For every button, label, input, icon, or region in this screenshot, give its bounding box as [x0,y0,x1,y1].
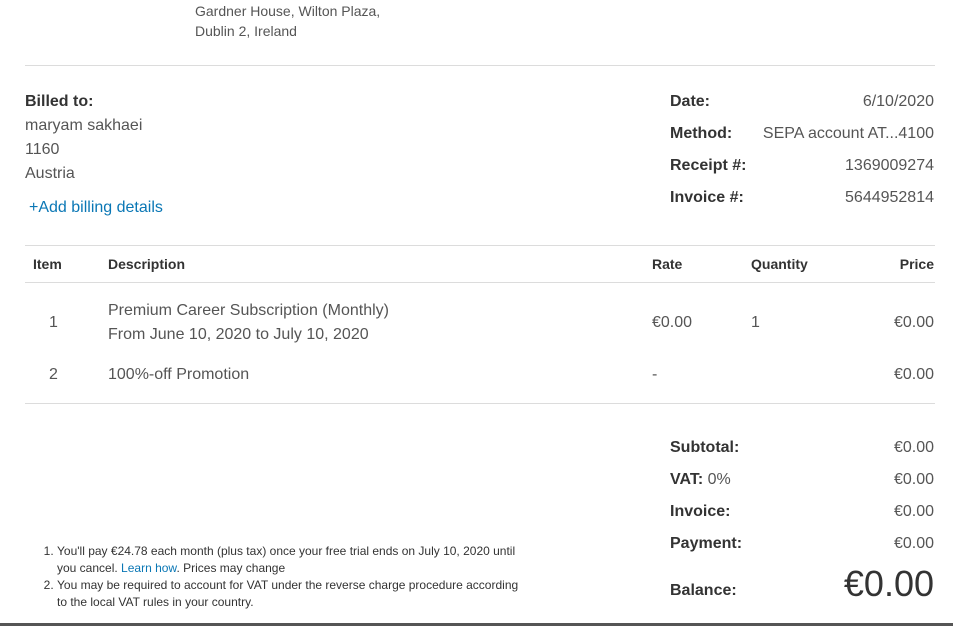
divider-table-top [25,245,935,246]
column-header-description: Description [108,256,186,272]
billed-to-name: maryam sakhaei [25,117,143,134]
balance-label: Balance: [670,582,737,599]
payment-value: €0.00 [893,535,934,552]
plus-icon: + [29,199,39,216]
row-1-description-line2: From June 10, 2020 to July 10, 2020 [108,326,369,343]
vat-label: VAT: 0% [670,471,731,489]
divider-top [25,65,935,66]
row-1-description-line1: Premium Career Subscription (Monthly) [108,302,389,319]
invoice-number-label: Invoice #: [670,189,744,206]
vat-rate: 0% [707,471,731,488]
receipt-number-value: 1369009274 [845,157,934,174]
row-2-price: €0.00 [893,366,934,383]
footnotes-list: You'll pay €24.78 each month (plus tax) … [40,543,527,611]
date-value: 6/10/2020 [862,93,934,110]
footnote-1: You'll pay €24.78 each month (plus tax) … [57,543,527,577]
footnote-2: You may be required to account for VAT u… [57,577,527,611]
row-1-rate: €0.00 [652,314,693,331]
row-2-description: 100%-off Promotion [108,366,250,383]
column-header-rate: Rate [652,256,683,272]
billed-to-postal: 1160 [25,141,60,158]
sender-address-line2: Dublin 2, Ireland [195,23,297,39]
vat-label-text: VAT: [670,471,704,488]
row-2-rate: - [652,366,658,383]
row-1-quantity: 1 [751,314,760,331]
row-1-price: €0.00 [893,314,934,331]
receipt-number-label: Receipt #: [670,157,747,174]
method-label: Method: [670,125,733,142]
footnote-1-suffix: . Prices may change [176,561,286,575]
subtotal-value: €0.00 [893,439,934,456]
invoice-number-value: 5644952814 [845,189,934,206]
method-value: SEPA account AT...4100 [762,125,934,142]
payment-label: Payment: [670,535,743,552]
column-header-price: Price [899,256,934,272]
invoice-total-label: Invoice: [670,503,731,520]
row-1-item: 1 [49,314,58,331]
divider-table-bottom [25,403,935,404]
add-billing-details-label: Add billing details [38,199,163,216]
column-header-item: Item [33,256,62,272]
billed-to-country: Austria [25,165,75,182]
learn-how-link[interactable]: Learn how [121,561,176,575]
row-2-item: 2 [49,366,58,383]
column-header-quantity: Quantity [751,256,808,272]
invoice-total-value: €0.00 [893,503,934,520]
add-billing-details-link[interactable]: +Add billing details [29,199,163,217]
balance-value: €0.00 [843,563,934,604]
divider-table-header [25,282,935,283]
date-label: Date: [670,93,711,110]
vat-value: €0.00 [893,471,934,488]
billed-to-heading: Billed to: [25,93,94,110]
sender-address-line1: Gardner House, Wilton Plaza, [195,3,381,19]
subtotal-label: Subtotal: [670,439,740,456]
